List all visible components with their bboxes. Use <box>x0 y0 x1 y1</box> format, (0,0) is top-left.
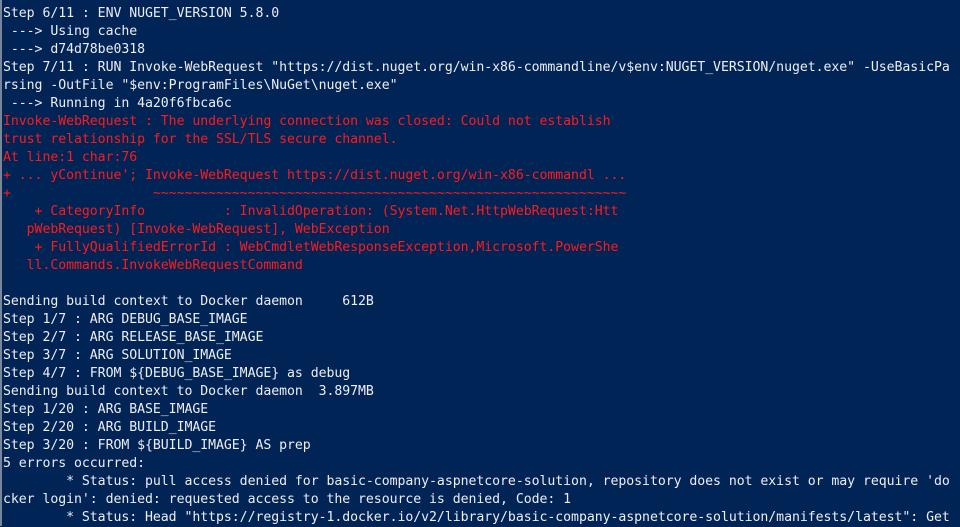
output-line: 5 errors occurred: <box>3 456 146 471</box>
output-line: Step 4/7 : FROM ${DEBUG_BASE_IMAGE} as d… <box>3 366 351 381</box>
output-line: Step 7/11 : RUN Invoke-WebRequest "https… <box>3 60 950 75</box>
output-line: ---> Running in 4a20f6fbca6c <box>3 96 232 111</box>
error-line: Invoke-WebRequest : The underlying conne… <box>3 114 611 129</box>
terminal-output[interactable]: ---> d76a5961de84Step 6/11 : ENV NUGET_V… <box>3 0 960 527</box>
output-line: cker login': denied: requested access to… <box>3 492 572 507</box>
output-line: Step 3/20 : FROM ${BUILD_IMAGE} AS prep <box>3 438 311 453</box>
error-line: + ~~~~~~~~~~~~~~~~~~~~~~~~~~~~~~~~~~~~~~… <box>3 186 627 201</box>
output-line: Step 3/7 : ARG SOLUTION_IMAGE <box>3 348 232 363</box>
output-line: Step 2/7 : ARG RELEASE_BASE_IMAGE <box>3 330 264 345</box>
output-line: ---> d74d78be0318 <box>3 42 146 57</box>
output-line: rsing -OutFile "$env:ProgramFiles\NuGet\… <box>3 78 398 93</box>
output-line: Sending build context to Docker daemon 6… <box>3 294 374 309</box>
error-line: trust relationship for the SSL/TLS secur… <box>3 132 398 147</box>
window-left-border <box>0 0 2 526</box>
output-line: Step 1/7 : ARG DEBUG_BASE_IMAGE <box>3 312 248 327</box>
output-line: ---> Using cache <box>3 24 138 39</box>
output-line: Step 1/20 : ARG BASE_IMAGE <box>3 402 209 417</box>
error-line: + ... yContinue'; Invoke-WebRequest http… <box>3 168 627 183</box>
error-line: At line:1 char:76 <box>3 150 138 165</box>
output-line: Step 2/20 : ARG BUILD_IMAGE <box>3 420 217 435</box>
error-line: ll.Commands.InvokeWebRequestCommand <box>3 258 303 273</box>
output-line: Sending build context to Docker daemon 3… <box>3 384 374 399</box>
error-line: + FullyQualifiedErrorId : WebCmdletWebRe… <box>3 240 619 255</box>
output-line: * Status: pull access denied for basic-c… <box>3 474 950 489</box>
output-line: * Status: Head "https://registry-1.docke… <box>3 510 950 525</box>
output-line: Step 6/11 : ENV NUGET_VERSION 5.8.0 <box>3 6 280 21</box>
error-line: + CategoryInfo : InvalidOperation: (Syst… <box>3 204 619 219</box>
error-line: pWebRequest) [Invoke-WebRequest], WebExc… <box>3 222 390 237</box>
